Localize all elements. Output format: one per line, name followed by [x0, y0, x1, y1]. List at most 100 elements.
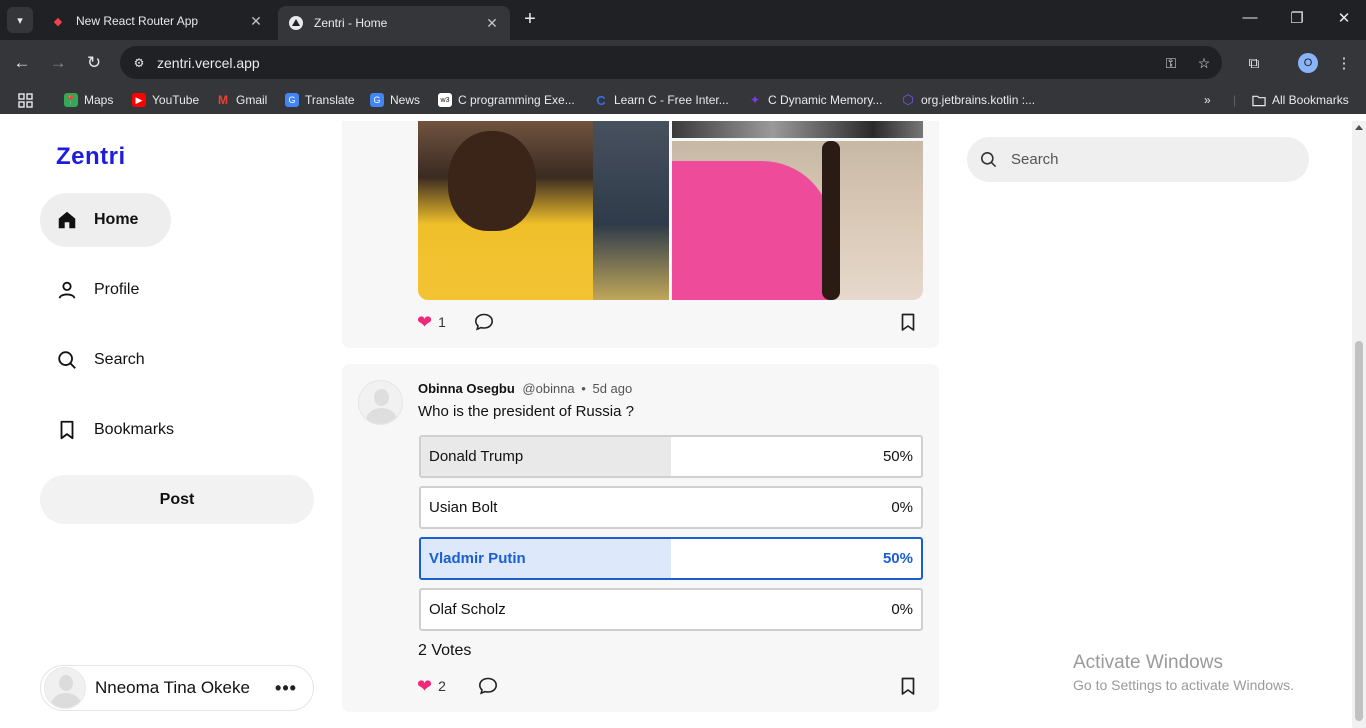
like-button[interactable]: ❤ 2 [417, 675, 446, 697]
close-tab-icon[interactable]: ✕ [484, 15, 500, 32]
poll-option[interactable]: Donald Trump 50% [419, 435, 923, 478]
w3schools-icon: w3 [438, 93, 452, 107]
reload-icon[interactable]: ↻ [82, 51, 106, 75]
poll-option-label: Donald Trump [429, 448, 524, 465]
bookmark-star-icon[interactable]: ☆ [1195, 54, 1213, 72]
tab-zentri-home[interactable]: Zentri - Home ✕ [278, 6, 510, 40]
poll-option[interactable]: Vladmir Putin 50% [419, 537, 923, 580]
search-bar[interactable] [967, 137, 1309, 182]
forward-icon[interactable]: → [46, 51, 70, 75]
new-tab-button[interactable]: + [518, 8, 542, 31]
profile-avatar[interactable]: O [1298, 53, 1318, 73]
url-text[interactable]: zentri.vercel.app [157, 55, 260, 71]
like-count: 2 [438, 678, 446, 694]
heart-icon: ❤ [417, 311, 433, 332]
post-image[interactable] [672, 141, 923, 300]
bookmark-label: Maps [84, 93, 114, 107]
poll-option-label: Olaf Scholz [429, 601, 506, 618]
page-scrollbar[interactable] [1352, 121, 1366, 728]
kotlin-icon: ⬡ [902, 92, 914, 107]
nav-item-search[interactable]: Search [40, 333, 171, 387]
bookmark-news[interactable]: G News [370, 92, 420, 108]
poll-option-percent: 50% [882, 550, 913, 567]
bookmark-gmail[interactable]: M Gmail [216, 92, 267, 108]
react-router-favicon-icon: ◆ [53, 15, 63, 28]
comment-button[interactable] [474, 311, 494, 333]
address-bar[interactable]: ⚙ zentri.vercel.app ⚿ ☆ [120, 46, 1222, 79]
separator-dot: • [581, 381, 586, 396]
menu-kebab-icon[interactable]: ⋮ [1333, 52, 1355, 74]
bookmark-c-programming[interactable]: w3 C programming Exe... [438, 92, 575, 108]
back-icon[interactable]: ← [10, 51, 34, 75]
comment-icon [474, 313, 494, 331]
apps-grid-icon[interactable] [18, 92, 33, 108]
comment-icon [478, 677, 498, 695]
current-user-name: Nneoma Tina Okeke [95, 678, 250, 697]
poll-option[interactable]: Olaf Scholz 0% [419, 588, 923, 631]
avatar [44, 667, 86, 709]
nav-item-bookmarks[interactable]: Bookmarks [40, 403, 200, 457]
zentri-page: Zentri Home Profile Search Bookmarks Pos… [0, 121, 1352, 728]
site-info-icon[interactable]: ⚙ [130, 54, 148, 72]
post-image[interactable] [418, 121, 669, 300]
more-bookmarks-icon[interactable]: » [1204, 92, 1211, 108]
more-options-icon[interactable]: ••• [275, 678, 297, 699]
poll-option[interactable]: Usian Bolt 0% [419, 486, 923, 529]
translate-icon: G [285, 93, 299, 107]
poll-option-label: Usian Bolt [429, 499, 498, 516]
image-detail [822, 141, 840, 300]
bookmark-youtube[interactable]: ▶ YouTube [132, 92, 199, 108]
all-bookmarks-folder[interactable]: All Bookmarks [1252, 92, 1349, 108]
image-subject [448, 131, 536, 231]
comment-button[interactable] [478, 675, 498, 697]
nav-item-profile[interactable]: Profile [40, 263, 171, 317]
post-header: Obinna Osegbu @obinna • 5d ago [418, 381, 632, 396]
poll-option-label: Vladmir Putin [429, 550, 526, 567]
post-button[interactable]: Post [40, 475, 314, 524]
bookmark-c-dynamic-memory[interactable]: ✦ C Dynamic Memory... [748, 92, 883, 108]
user-icon [58, 281, 76, 299]
bookmark-label: News [390, 93, 421, 107]
bookmark-post-button[interactable] [898, 675, 918, 697]
close-tab-icon[interactable]: ✕ [248, 13, 264, 30]
post-image[interactable] [672, 121, 923, 138]
watermark-subtitle: Go to Settings to activate Windows. [1073, 677, 1294, 693]
nav-label: Search [94, 351, 145, 368]
restore-icon[interactable]: ❐ [1285, 9, 1309, 27]
author-handle[interactable]: @obinna [522, 381, 574, 396]
post-time: 5d ago [592, 381, 633, 396]
minimize-icon[interactable]: — [1238, 9, 1262, 26]
vercel-favicon-icon [288, 15, 304, 31]
browser-toolbar: ← → ↻ ⚙ zentri.vercel.app ⚿ ☆ ⧉ O ⋮ [0, 40, 1366, 86]
app-logo[interactable]: Zentri [56, 143, 126, 171]
nav-item-home[interactable]: Home [40, 193, 171, 247]
tab-new-react-router-app[interactable]: ◆ New React Router App ✕ [40, 6, 274, 36]
author-name[interactable]: Obinna Osegbu [418, 381, 515, 396]
youtube-icon: ▶ [132, 93, 146, 107]
bookmark-post-button[interactable] [898, 311, 918, 333]
current-user-card[interactable]: Nneoma Tina Okeke ••• [40, 665, 314, 711]
tab-search-button[interactable]: ▾ [7, 7, 33, 33]
nav-label: Bookmarks [94, 421, 175, 438]
folder-icon [1252, 93, 1266, 107]
bookmark-label: Gmail [236, 93, 268, 107]
search-icon [58, 351, 76, 369]
tab-title: Zentri - Home [314, 16, 388, 30]
bookmark-kotlin[interactable]: ⬡ org.jetbrains.kotlin :... [901, 92, 1035, 108]
close-window-icon[interactable]: ✕ [1332, 9, 1356, 27]
password-key-icon[interactable]: ⚿ [1162, 54, 1180, 72]
scroll-thumb[interactable] [1355, 341, 1363, 721]
bookmark-translate[interactable]: G Translate [285, 92, 355, 108]
bookmark-label: C Dynamic Memory... [768, 93, 883, 107]
learn-c-icon: C [596, 92, 606, 108]
search-input[interactable] [1011, 137, 1291, 182]
extensions-icon[interactable]: ⧉ [1243, 52, 1265, 74]
scroll-up-arrow-icon[interactable] [1355, 125, 1363, 130]
poll-option-percent: 0% [891, 499, 913, 516]
like-button[interactable]: ❤ 1 [417, 311, 446, 333]
bookmark-maps[interactable]: 📍 Maps [64, 92, 113, 108]
browser-tab-bar: ▾ ◆ New React Router App ✕ Zentri - Home… [0, 0, 1366, 40]
avatar[interactable] [358, 380, 403, 425]
bookmark-learn-c[interactable]: C Learn C - Free Inter... [594, 92, 728, 108]
post-text: Who is the president of Russia ? [418, 403, 634, 420]
